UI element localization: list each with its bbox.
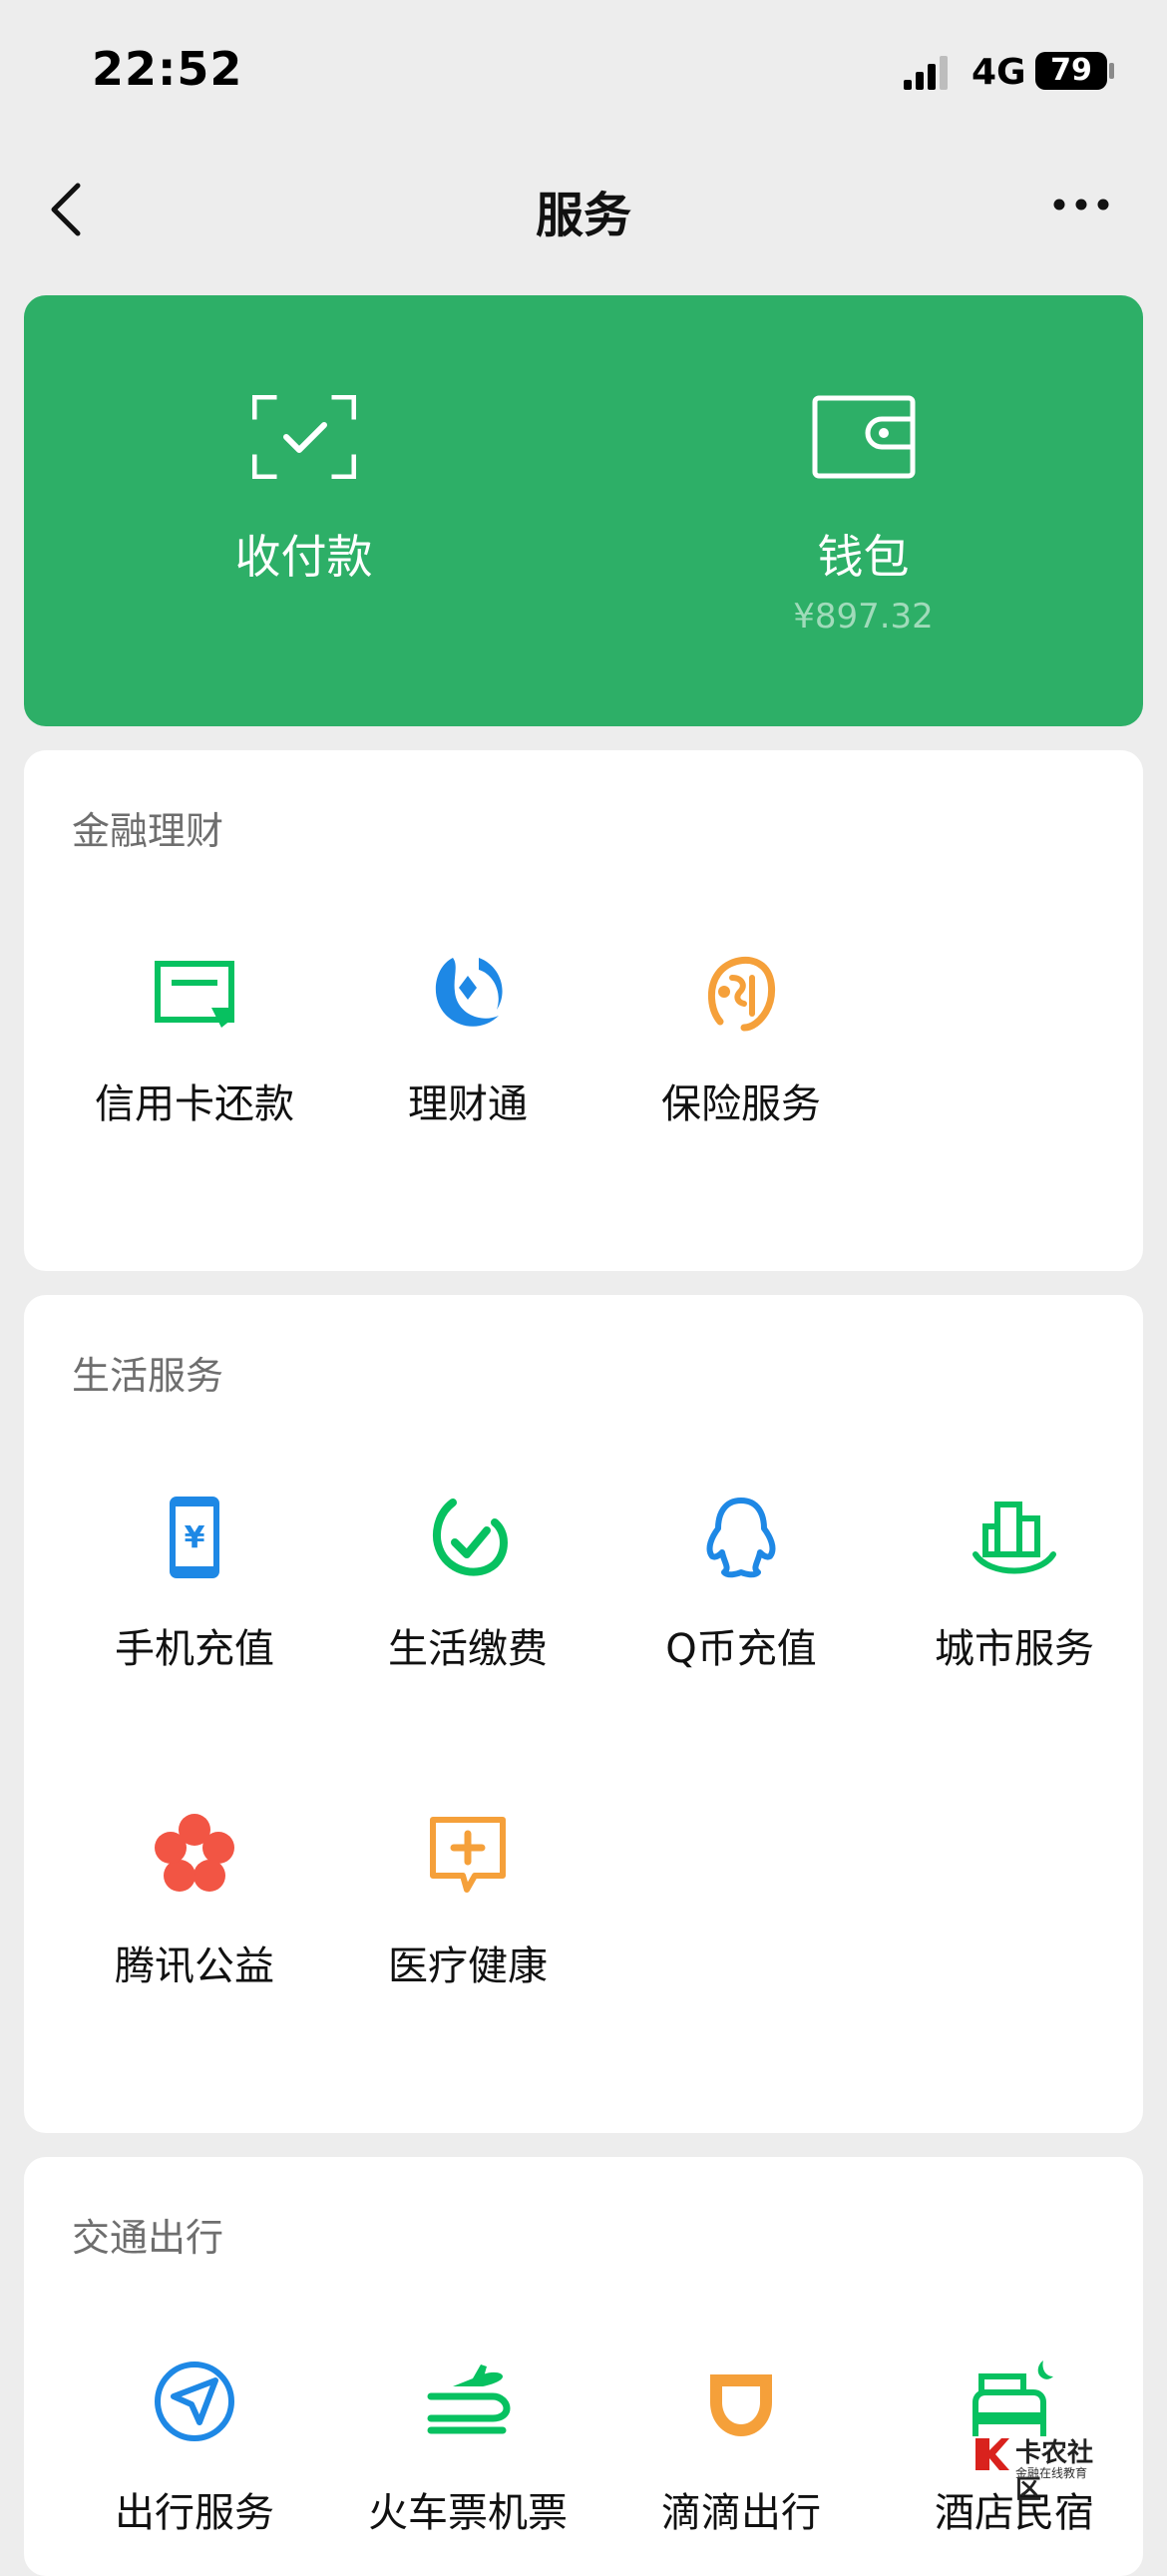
section-title: 交通出行 [72, 2216, 224, 2260]
service-label: 火车票机票 [368, 2490, 568, 2536]
section-title: 生活服务 [72, 1354, 224, 1398]
service-label: 滴滴出行 [661, 2490, 821, 2536]
section-title: 金融理财 [72, 809, 224, 853]
more-horizontal-icon[interactable] [1051, 190, 1111, 219]
scan-check-icon [251, 395, 356, 479]
insurance-button[interactable]: 保险服务 [604, 948, 878, 1147]
charity-flower-icon [155, 1814, 234, 1892]
wallet-balance: ¥897.32 [793, 597, 934, 637]
credit-card-icon [155, 961, 234, 1028]
train-plane-tickets-button[interactable]: 火车票机票 [331, 2357, 604, 2556]
signal-icon [904, 56, 948, 90]
finance-section: 金融理财 信用卡还款 理财通 保险服务 [24, 750, 1143, 1271]
service-label: 理财通 [408, 1081, 528, 1127]
navigation-icon [155, 2361, 234, 2441]
licaitong-button[interactable]: 理财通 [331, 948, 604, 1147]
pay-receive-button[interactable]: 收付款 [24, 295, 584, 726]
licaitong-icon [435, 958, 503, 1027]
service-label: 信用卡还款 [95, 1081, 294, 1127]
battery-tip [1109, 63, 1114, 79]
medical-health-button[interactable]: 医疗健康 [331, 1810, 604, 2009]
phone-recharge-icon: ¥ [170, 1497, 219, 1578]
network-type: 4G [972, 52, 1026, 93]
kanong-logo-icon [975, 2438, 1009, 2470]
service-label: 保险服务 [661, 1081, 821, 1127]
q-coin-recharge-button[interactable]: Q币充值 [604, 1493, 878, 1692]
watermark-logo: 卡农社区 金融在线教育 [968, 2430, 1117, 2505]
bill-payment-icon [433, 1499, 508, 1576]
travel-services-button[interactable]: 出行服务 [58, 2357, 331, 2556]
page-title: 服务 [535, 188, 631, 243]
service-label: Q币充值 [665, 1626, 817, 1672]
credit-card-repayment-button[interactable]: 信用卡还款 [58, 948, 331, 1147]
service-label: 医疗健康 [388, 1943, 548, 1989]
service-label: 生活缴费 [388, 1626, 548, 1672]
battery-icon: 79 [1035, 52, 1107, 90]
medical-icon [430, 1817, 506, 1893]
train-plane-icon [427, 2364, 511, 2434]
status-bar: 22:52 4G 79 [0, 0, 1167, 140]
wallet-card: 收付款 钱包 ¥897.32 [24, 295, 1143, 726]
insurance-icon [708, 956, 775, 1032]
wallet-button[interactable]: 钱包 ¥897.32 [584, 295, 1143, 726]
watermark-subtitle: 金融在线教育 [1015, 2466, 1088, 2480]
phone-recharge-button[interactable]: ¥ 手机充值 [58, 1493, 331, 1692]
svg-text:¥: ¥ [185, 1520, 205, 1555]
transport-section: 交通出行 出行服务 火车票机票 滴滴出行 酒店民宿 [24, 2157, 1143, 2576]
status-time: 22:52 [92, 42, 243, 96]
wallet-label: 钱包 [817, 530, 910, 584]
qq-penguin-icon [706, 1498, 776, 1578]
navigation-bar: 服务 [0, 140, 1167, 269]
didi-icon [710, 2374, 772, 2436]
service-label: 出行服务 [115, 2490, 274, 2536]
bill-payment-button[interactable]: 生活缴费 [331, 1493, 604, 1692]
battery-level: 79 [1050, 53, 1092, 88]
service-label: 腾讯公益 [115, 1943, 274, 1989]
didi-button[interactable]: 滴滴出行 [604, 2357, 878, 2556]
pay-receive-label: 收付款 [234, 530, 373, 584]
service-label: 城市服务 [935, 1626, 1094, 1672]
city-icon [972, 1502, 1056, 1574]
tencent-charity-button[interactable]: 腾讯公益 [58, 1810, 331, 2009]
wallet-icon [812, 395, 915, 479]
service-label: 手机充值 [115, 1626, 274, 1672]
life-services-section: 生活服务 ¥ 手机充值 生活缴费 Q币充值 城市服务 腾讯公益 医疗健康 [24, 1295, 1143, 2133]
city-services-button[interactable]: 城市服务 [878, 1493, 1151, 1692]
